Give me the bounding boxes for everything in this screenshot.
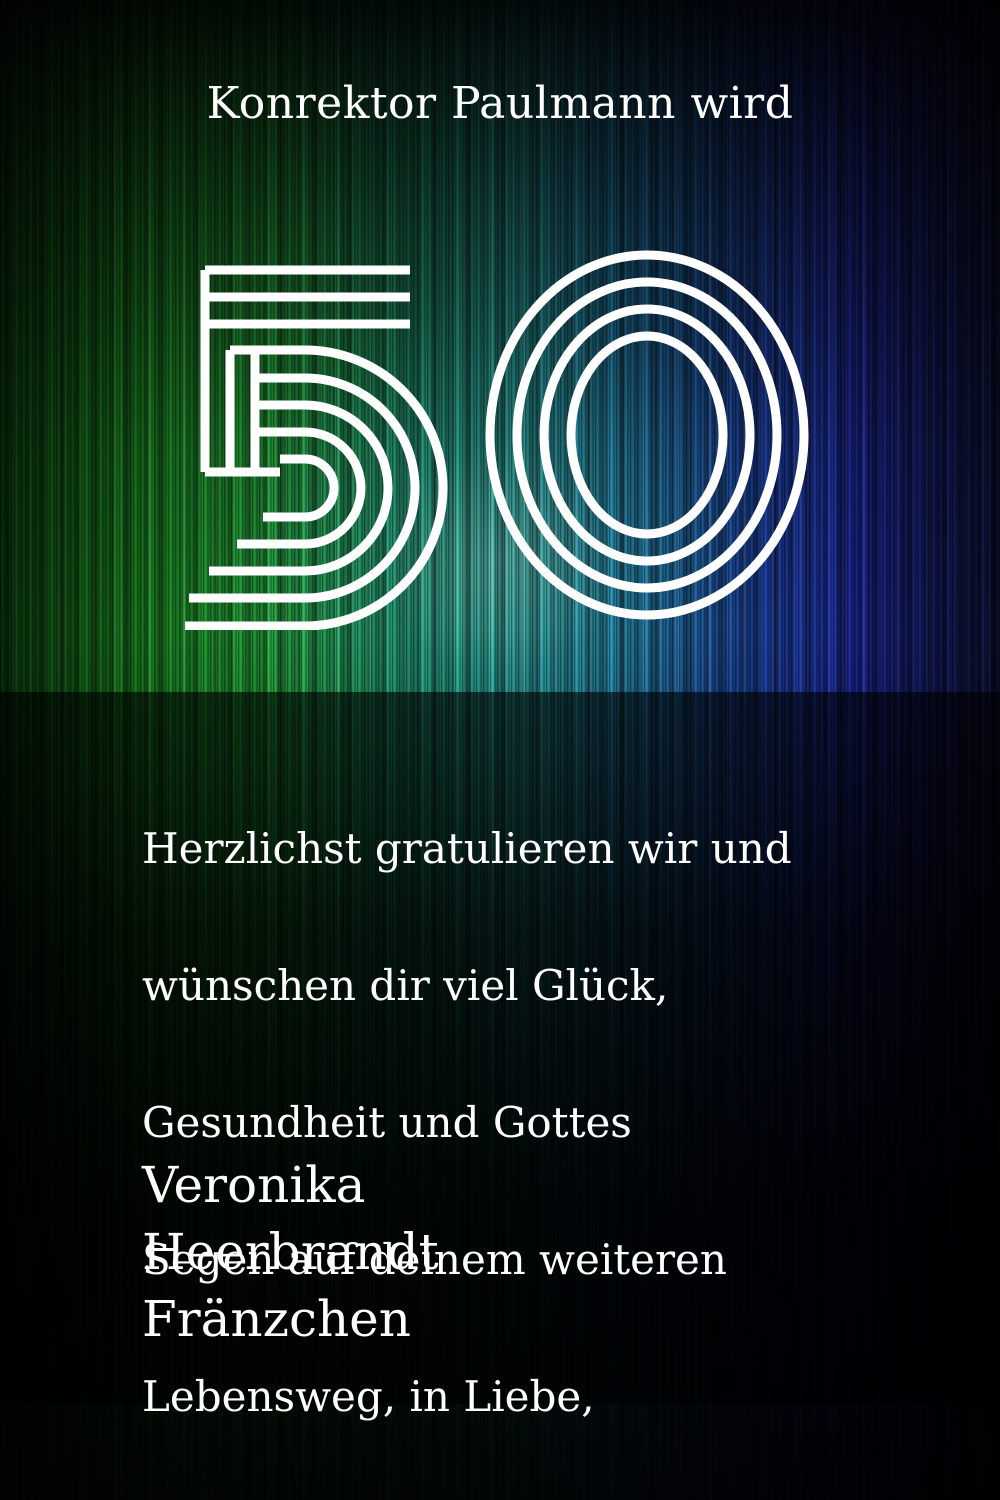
message-line: wünschen dir viel Glück, — [142, 960, 669, 1010]
congratulation-message: Herzlichst gratulieren wir und wünschen … — [142, 746, 942, 1500]
card-header: Konrektor Paulmann wird — [206, 78, 794, 129]
signature-name: Fränzchen — [142, 1290, 411, 1348]
message-line: Lebensweg, in Liebe, — [142, 1371, 595, 1421]
greeting-card: Konrektor Paulmann wird 50 — [0, 0, 1000, 1500]
digit-zero — [485, 250, 809, 620]
message-line: Herzlichst gratulieren wir und — [142, 823, 792, 873]
message-line: Gesundheit und Gottes — [142, 1097, 632, 1147]
digit-five — [185, 265, 448, 630]
age-numeral-50: 50 — [185, 250, 809, 630]
signature-name: Heerbrandt — [142, 1223, 439, 1281]
signatures: Veronika Heerbrandt Fränzchen — [142, 1152, 842, 1353]
signature-name: Veronika — [142, 1156, 366, 1214]
